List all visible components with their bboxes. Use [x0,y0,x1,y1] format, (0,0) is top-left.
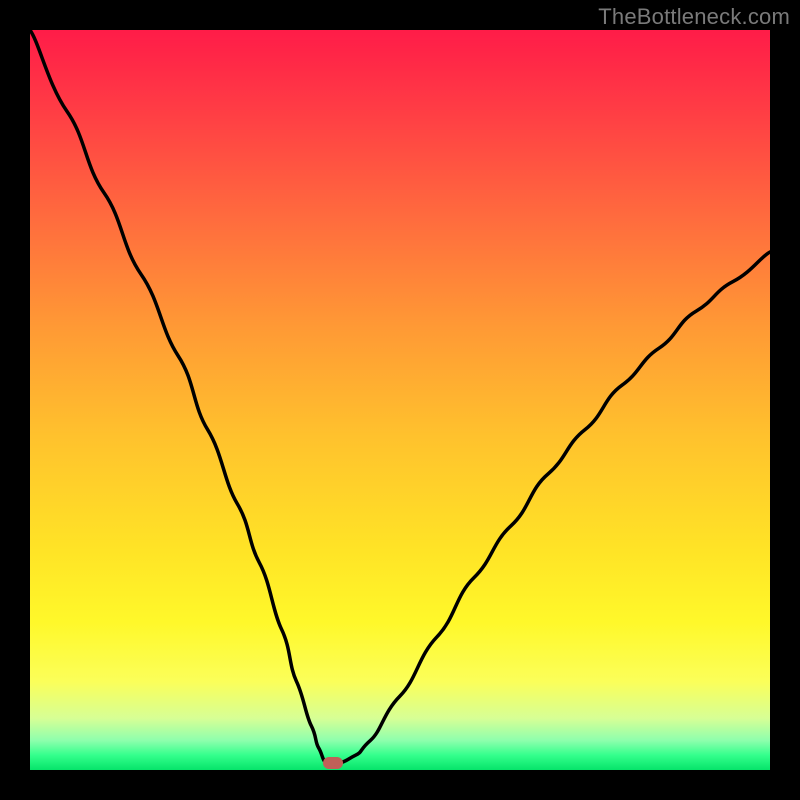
bottleneck-curve [30,30,770,770]
watermark-text: TheBottleneck.com [598,4,790,30]
chart-frame: TheBottleneck.com [0,0,800,800]
optimum-marker [323,757,343,769]
plot-area [30,30,770,770]
curve-path [30,30,770,764]
